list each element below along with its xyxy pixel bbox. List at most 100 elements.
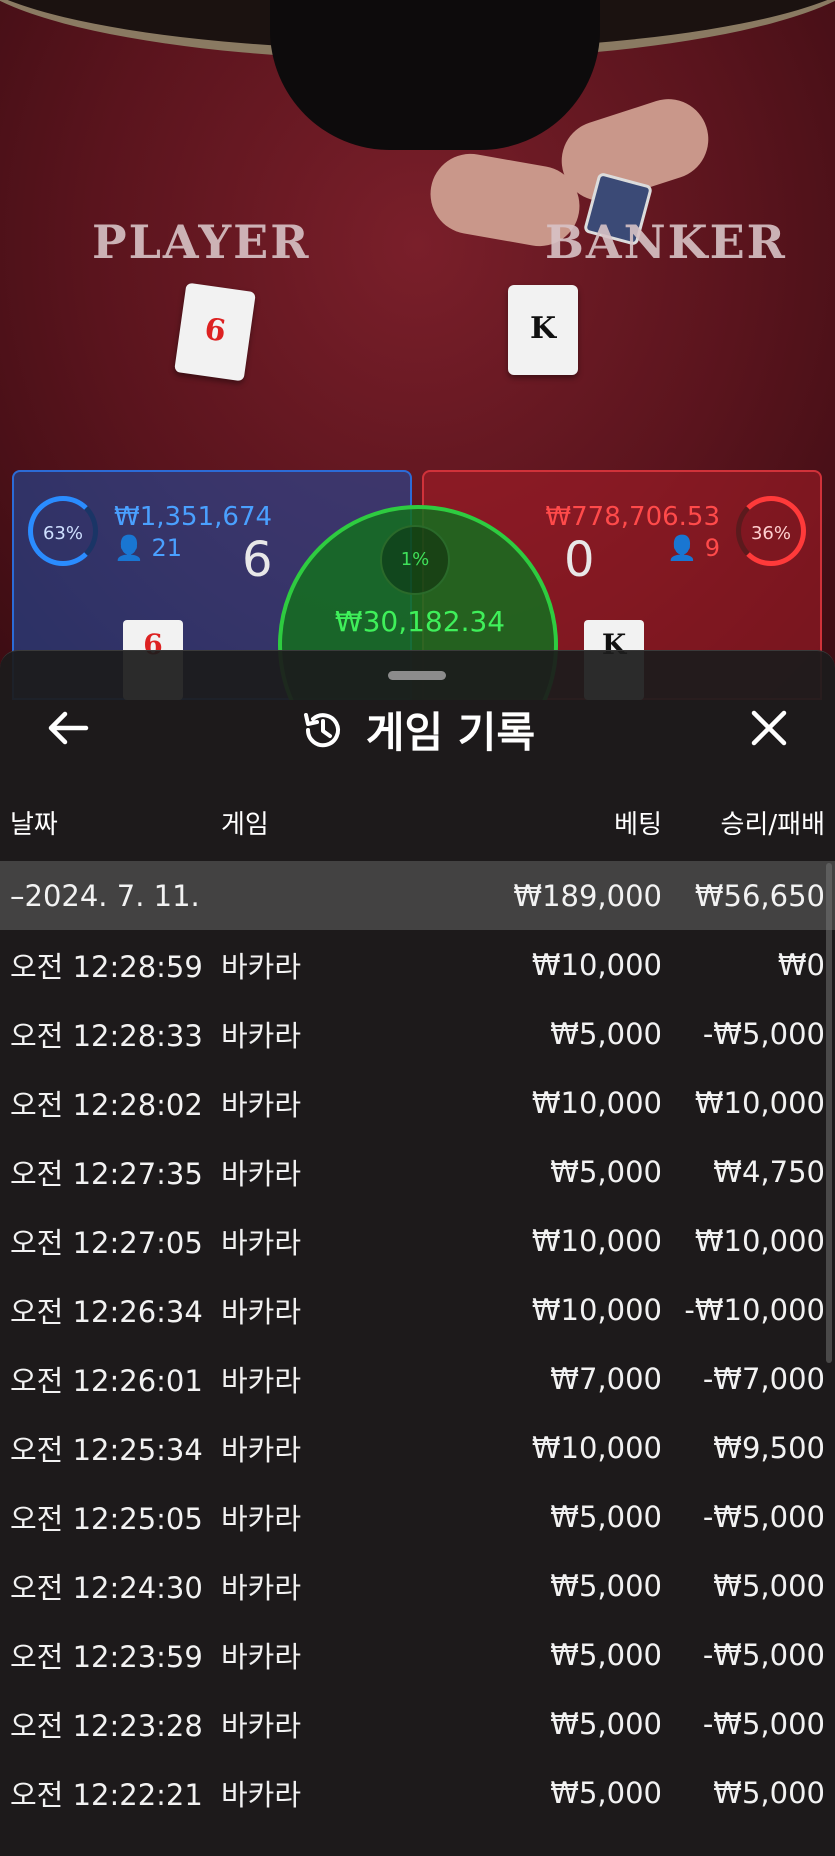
history-row-bet: ₩5,000 [550, 1775, 662, 1810]
column-header-bet: 베팅 [614, 810, 662, 840]
date-group-row[interactable]: –2024. 7. 11. ₩189,000 ₩56,650 [0, 861, 835, 930]
date-group-bet-total: ₩189,000 [513, 878, 662, 913]
player-score: 6 [242, 532, 273, 588]
user-icon: 👤 [114, 534, 144, 562]
history-row-game: 바카라 [221, 1708, 302, 1743]
history-row-time: 오전 12:25:34 [10, 1432, 203, 1467]
history-row-result: -₩5,000 [702, 1637, 825, 1672]
history-row-time: 오전 12:26:34 [10, 1294, 203, 1329]
game-table: PLAYER BANKER 6 K 63% ₩1,351,674 👤 21 6 … [0, 0, 835, 700]
banker-bet-amount: ₩778,706.53 [545, 502, 720, 532]
player-bettor-count-value: 21 [151, 534, 183, 562]
column-header-result: 승리/패배 [720, 810, 825, 840]
history-row-game: 바카라 [221, 1156, 302, 1191]
banker-bettor-count-value: 9 [704, 534, 720, 562]
close-button[interactable] [741, 701, 797, 755]
history-row-result: -₩7,000 [702, 1361, 825, 1396]
history-row-game: 바카라 [221, 1363, 302, 1398]
history-row[interactable]: 오전 12:23:28 바카라 ₩5,000 -₩5,000 [0, 1689, 835, 1758]
date-group-result-total: ₩56,650 [694, 878, 825, 913]
player-table-card: 6 [174, 282, 256, 382]
history-list: –2024. 7. 11. ₩189,000 ₩56,650 오전 12:28:… [0, 861, 835, 1827]
history-row-time: 오전 12:26:01 [10, 1363, 203, 1398]
history-row-time: 오전 12:23:59 [10, 1639, 203, 1674]
history-clock-icon [303, 712, 340, 747]
banker-bettor-count: 👤 9 [667, 534, 720, 562]
history-row-game: 바카라 [221, 1294, 302, 1329]
banker-score: 0 [564, 532, 595, 588]
history-row-time: 오전 12:27:35 [10, 1156, 203, 1191]
tie-percent: 1% [380, 525, 450, 595]
history-row-time: 오전 12:22:21 [10, 1777, 203, 1812]
game-history-sheet: 게임 기록 날짜 게임 베팅 승리/패배 –2024. 7. 11. ₩189,… [0, 650, 835, 1856]
history-row-bet: ₩10,000 [531, 1223, 662, 1258]
history-row[interactable]: 오전 12:24:30 바카라 ₩5,000 ₩5,000 [0, 1551, 835, 1620]
title-group: 게임 기록 [0, 699, 835, 760]
history-row-result: -₩5,000 [702, 1499, 825, 1534]
history-row[interactable]: 오전 12:28:02 바카라 ₩10,000 ₩10,000 [0, 1068, 835, 1137]
history-row-time: 오전 12:23:28 [10, 1708, 203, 1743]
banker-table-card: K [508, 285, 578, 375]
close-icon [751, 710, 787, 746]
date-group-date: –2024. 7. 11. [10, 878, 200, 913]
history-row-bet: ₩10,000 [531, 1430, 662, 1465]
history-row-result: ₩5,000 [713, 1775, 825, 1810]
drag-handle[interactable] [388, 671, 446, 680]
history-row-result: -₩5,000 [702, 1706, 825, 1741]
history-row-bet: ₩7,000 [550, 1361, 662, 1396]
history-row-bet: ₩5,000 [550, 1568, 662, 1603]
history-row-result: ₩4,750 [713, 1154, 825, 1189]
history-row-game: 바카라 [221, 1501, 302, 1536]
player-bettor-count: 👤 21 [114, 534, 182, 562]
column-header-game: 게임 [221, 810, 269, 840]
history-row-game: 바카라 [221, 1639, 302, 1674]
banker-table-label: BANKER [545, 215, 787, 269]
history-row-result: ₩0 [777, 947, 825, 982]
history-row-bet: ₩10,000 [531, 947, 662, 982]
history-row-result: -₩10,000 [684, 1292, 825, 1327]
history-row-bet: ₩5,000 [550, 1154, 662, 1189]
history-row-game: 바카라 [221, 1432, 302, 1467]
history-row[interactable]: 오전 12:28:33 바카라 ₩5,000 -₩5,000 [0, 999, 835, 1068]
history-row[interactable]: 오전 12:27:05 바카라 ₩10,000 ₩10,000 [0, 1206, 835, 1275]
history-row-time: 오전 12:25:05 [10, 1501, 203, 1536]
column-header-date: 날짜 [10, 810, 58, 840]
history-row[interactable]: 오전 12:25:05 바카라 ₩5,000 -₩5,000 [0, 1482, 835, 1551]
history-row-result: ₩10,000 [694, 1085, 825, 1120]
history-row-bet: ₩5,000 [550, 1637, 662, 1672]
history-row-time: 오전 12:28:02 [10, 1087, 203, 1122]
history-row-bet: ₩5,000 [550, 1499, 662, 1534]
tie-bet-amount: ₩30,182.34 [334, 605, 506, 638]
user-icon: 👤 [667, 534, 698, 562]
history-row-game: 바카라 [221, 1777, 302, 1812]
history-row-game: 바카라 [221, 949, 302, 984]
history-row[interactable]: 오전 12:23:59 바카라 ₩5,000 -₩5,000 [0, 1620, 835, 1689]
history-row-time: 오전 12:28:59 [10, 949, 203, 984]
history-row[interactable]: 오전 12:26:34 바카라 ₩10,000 -₩10,000 [0, 1275, 835, 1344]
history-row-result: ₩5,000 [713, 1568, 825, 1603]
history-row[interactable]: 오전 12:27:35 바카라 ₩5,000 ₩4,750 [0, 1137, 835, 1206]
sheet-title: 게임 기록 [365, 708, 536, 757]
history-row-result: ₩9,500 [713, 1430, 825, 1465]
history-row[interactable]: 오전 12:22:21 바카라 ₩5,000 ₩5,000 [0, 1758, 835, 1827]
history-row-result: -₩5,000 [702, 1016, 825, 1051]
history-row[interactable]: 오전 12:25:34 바카라 ₩10,000 ₩9,500 [0, 1413, 835, 1482]
history-row-time: 오전 12:27:05 [10, 1225, 203, 1260]
player-bet-amount: ₩1,351,674 [114, 502, 273, 532]
history-row-time: 오전 12:24:30 [10, 1570, 203, 1605]
player-table-label: PLAYER [92, 215, 311, 269]
history-row-bet: ₩10,000 [531, 1085, 662, 1120]
history-row-game: 바카라 [221, 1087, 302, 1122]
sheet-header: 게임 기록 [0, 691, 835, 763]
history-row-bet: ₩5,000 [550, 1706, 662, 1741]
banker-percent-ring: 36% [736, 496, 806, 566]
history-row-game: 바카라 [221, 1225, 302, 1260]
scrollbar[interactable] [826, 863, 832, 1363]
dealer [270, 0, 600, 150]
history-row[interactable]: 오전 12:28:59 바카라 ₩10,000 ₩0 [0, 930, 835, 999]
player-percent-ring: 63% [28, 496, 98, 566]
history-row[interactable]: 오전 12:26:01 바카라 ₩7,000 -₩7,000 [0, 1344, 835, 1413]
history-row-time: 오전 12:28:33 [10, 1018, 203, 1053]
history-row-game: 바카라 [221, 1570, 302, 1605]
history-row-result: ₩10,000 [694, 1223, 825, 1258]
